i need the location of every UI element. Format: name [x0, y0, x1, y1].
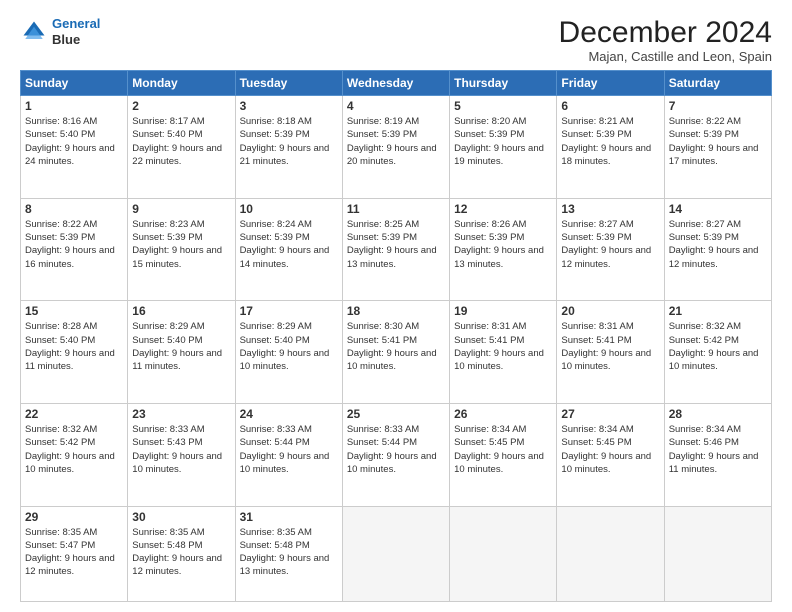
- col-monday: Monday: [128, 71, 235, 96]
- table-cell: 6 Sunrise: 8:21 AMSunset: 5:39 PMDayligh…: [557, 96, 664, 199]
- calendar-header-row: Sunday Monday Tuesday Wednesday Thursday…: [21, 71, 772, 96]
- logo-text: General Blue: [52, 16, 100, 47]
- table-cell: 2 Sunrise: 8:17 AMSunset: 5:40 PMDayligh…: [128, 96, 235, 199]
- table-cell: 23 Sunrise: 8:33 AMSunset: 5:43 PMDaylig…: [128, 403, 235, 506]
- table-cell: 29 Sunrise: 8:35 AMSunset: 5:47 PMDaylig…: [21, 506, 128, 601]
- table-cell: 20 Sunrise: 8:31 AMSunset: 5:41 PMDaylig…: [557, 301, 664, 404]
- col-tuesday: Tuesday: [235, 71, 342, 96]
- logo: General Blue: [20, 16, 100, 47]
- table-cell: 4 Sunrise: 8:19 AMSunset: 5:39 PMDayligh…: [342, 96, 449, 199]
- table-cell: 24 Sunrise: 8:33 AMSunset: 5:44 PMDaylig…: [235, 403, 342, 506]
- table-cell: 26 Sunrise: 8:34 AMSunset: 5:45 PMDaylig…: [450, 403, 557, 506]
- table-cell: 5 Sunrise: 8:20 AMSunset: 5:39 PMDayligh…: [450, 96, 557, 199]
- table-cell: 9 Sunrise: 8:23 AMSunset: 5:39 PMDayligh…: [128, 198, 235, 301]
- table-row: 29 Sunrise: 8:35 AMSunset: 5:47 PMDaylig…: [21, 506, 772, 601]
- table-cell-empty: [342, 506, 449, 601]
- title-block: December 2024 Majan, Castille and Leon, …: [559, 16, 772, 64]
- table-cell: 13 Sunrise: 8:27 AMSunset: 5:39 PMDaylig…: [557, 198, 664, 301]
- col-sunday: Sunday: [21, 71, 128, 96]
- table-cell: 1 Sunrise: 8:16 AMSunset: 5:40 PMDayligh…: [21, 96, 128, 199]
- table-cell: 16 Sunrise: 8:29 AMSunset: 5:40 PMDaylig…: [128, 301, 235, 404]
- table-cell: 10 Sunrise: 8:24 AMSunset: 5:39 PMDaylig…: [235, 198, 342, 301]
- table-cell: 12 Sunrise: 8:26 AMSunset: 5:39 PMDaylig…: [450, 198, 557, 301]
- table-row: 8 Sunrise: 8:22 AMSunset: 5:39 PMDayligh…: [21, 198, 772, 301]
- page: General Blue December 2024 Majan, Castil…: [0, 0, 792, 612]
- table-cell: 27 Sunrise: 8:34 AMSunset: 5:45 PMDaylig…: [557, 403, 664, 506]
- table-cell: 19 Sunrise: 8:31 AMSunset: 5:41 PMDaylig…: [450, 301, 557, 404]
- header: General Blue December 2024 Majan, Castil…: [20, 16, 772, 64]
- col-thursday: Thursday: [450, 71, 557, 96]
- month-title: December 2024: [559, 16, 772, 49]
- table-cell-empty: [450, 506, 557, 601]
- table-cell: 30 Sunrise: 8:35 AMSunset: 5:48 PMDaylig…: [128, 506, 235, 601]
- table-cell-empty: [557, 506, 664, 601]
- table-cell-empty: [664, 506, 771, 601]
- table-cell: 25 Sunrise: 8:33 AMSunset: 5:44 PMDaylig…: [342, 403, 449, 506]
- table-cell: 21 Sunrise: 8:32 AMSunset: 5:42 PMDaylig…: [664, 301, 771, 404]
- table-row: 22 Sunrise: 8:32 AMSunset: 5:42 PMDaylig…: [21, 403, 772, 506]
- table-cell: 22 Sunrise: 8:32 AMSunset: 5:42 PMDaylig…: [21, 403, 128, 506]
- table-row: 15 Sunrise: 8:28 AMSunset: 5:40 PMDaylig…: [21, 301, 772, 404]
- location: Majan, Castille and Leon, Spain: [559, 49, 772, 64]
- table-cell: 17 Sunrise: 8:29 AMSunset: 5:40 PMDaylig…: [235, 301, 342, 404]
- table-cell: 7 Sunrise: 8:22 AMSunset: 5:39 PMDayligh…: [664, 96, 771, 199]
- table-cell: 28 Sunrise: 8:34 AMSunset: 5:46 PMDaylig…: [664, 403, 771, 506]
- table-cell: 8 Sunrise: 8:22 AMSunset: 5:39 PMDayligh…: [21, 198, 128, 301]
- col-saturday: Saturday: [664, 71, 771, 96]
- logo-icon: [20, 18, 48, 46]
- table-cell: 14 Sunrise: 8:27 AMSunset: 5:39 PMDaylig…: [664, 198, 771, 301]
- table-row: 1 Sunrise: 8:16 AMSunset: 5:40 PMDayligh…: [21, 96, 772, 199]
- table-cell: 18 Sunrise: 8:30 AMSunset: 5:41 PMDaylig…: [342, 301, 449, 404]
- col-friday: Friday: [557, 71, 664, 96]
- table-cell: 31 Sunrise: 8:35 AMSunset: 5:48 PMDaylig…: [235, 506, 342, 601]
- calendar-table: Sunday Monday Tuesday Wednesday Thursday…: [20, 70, 772, 602]
- table-cell: 3 Sunrise: 8:18 AMSunset: 5:39 PMDayligh…: [235, 96, 342, 199]
- col-wednesday: Wednesday: [342, 71, 449, 96]
- table-cell: 15 Sunrise: 8:28 AMSunset: 5:40 PMDaylig…: [21, 301, 128, 404]
- table-cell: 11 Sunrise: 8:25 AMSunset: 5:39 PMDaylig…: [342, 198, 449, 301]
